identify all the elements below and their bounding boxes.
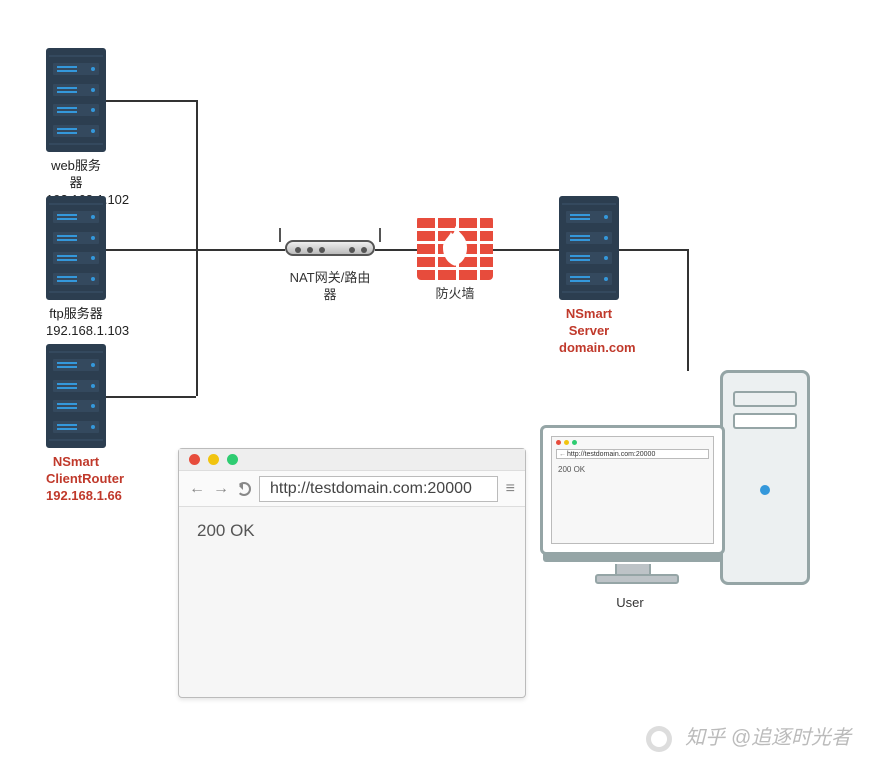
line-router-to-firewall [375,249,417,251]
mini-browser: http://testdomain.com:20000 200 OK [551,436,714,544]
nsmart-server-sub: Server [559,323,619,340]
desktop-icon: http://testdomain.com:20000 200 OK [540,370,810,585]
web-server-node: web服务器 192.168.1.102 [46,48,106,209]
browser-window: ← → http://testdomain.com:20000 ≡ 200 OK [178,448,526,698]
nsmart-server-host: domain.com [559,340,619,357]
mini-address-bar: http://testdomain.com:20000 [556,449,709,459]
watermark: 知乎 @追逐时光者 [646,721,851,752]
watermark-text: 知乎 @追逐时光者 [685,727,851,749]
browser-toolbar: ← → http://testdomain.com:20000 ≡ [179,471,525,507]
browser-titlebar [179,449,525,471]
server-icon [46,48,106,152]
ftp-server-ip: 192.168.1.103 [46,323,106,340]
server-icon [559,196,619,300]
ftp-server-node: ftp服务器 192.168.1.103 [46,196,106,340]
router-node: NAT网关/路由器 [285,240,375,304]
user-label: User [540,595,720,612]
wechat-logo-icon [646,726,672,752]
reload-button[interactable] [237,482,251,496]
nsmart-client-node: NSmart ClientRouter 192.168.1.66 [46,344,106,505]
line-bus-to-router [196,249,285,251]
nsmart-client-ip: 192.168.1.66 [46,488,106,505]
back-button[interactable]: ← [189,480,205,498]
firewall-label: 防火墙 [417,286,493,303]
monitor-icon: http://testdomain.com:20000 200 OK [540,425,725,555]
traffic-light-min-icon[interactable] [208,454,219,465]
line-firewall-to-nsmart [493,249,559,251]
address-bar[interactable]: http://testdomain.com:20000 [259,476,498,502]
traffic-light-close-icon [556,440,561,445]
pc-tower-icon [720,370,810,585]
firewall-node: 防火墙 [417,216,493,303]
traffic-light-close-icon[interactable] [189,454,200,465]
menu-icon[interactable]: ≡ [506,480,515,498]
firewall-icon [417,216,493,280]
forward-button[interactable]: → [213,480,229,498]
nsmart-server-node: NSmart Server domain.com [559,196,619,357]
nsmart-server-name: NSmart [559,306,619,323]
ftp-server-name: ftp服务器 [46,306,106,323]
browser-body: 200 OK [179,507,525,555]
server-icon [46,344,106,448]
mini-browser-body: 200 OK [552,461,713,478]
traffic-light-min-icon [564,440,569,445]
router-label: NAT网关/路由器 [285,270,375,304]
line-nsmart-to-user-v [687,249,689,371]
traffic-light-max-icon [572,440,577,445]
router-icon [285,240,375,256]
traffic-light-max-icon[interactable] [227,454,238,465]
flame-icon [437,224,473,268]
nsmart-client-sub: ClientRouter [46,471,106,488]
line-ftp-to-bus [106,249,196,251]
user-node: http://testdomain.com:20000 200 OK User [540,370,810,612]
line-client-to-bus [106,396,196,398]
server-icon [46,196,106,300]
line-nsmart-to-user-h [619,249,689,251]
line-bus-vertical [196,100,198,396]
web-server-name: web服务器 [46,158,106,192]
nsmart-client-name: NSmart [46,454,106,471]
line-web-to-bus [106,100,196,102]
